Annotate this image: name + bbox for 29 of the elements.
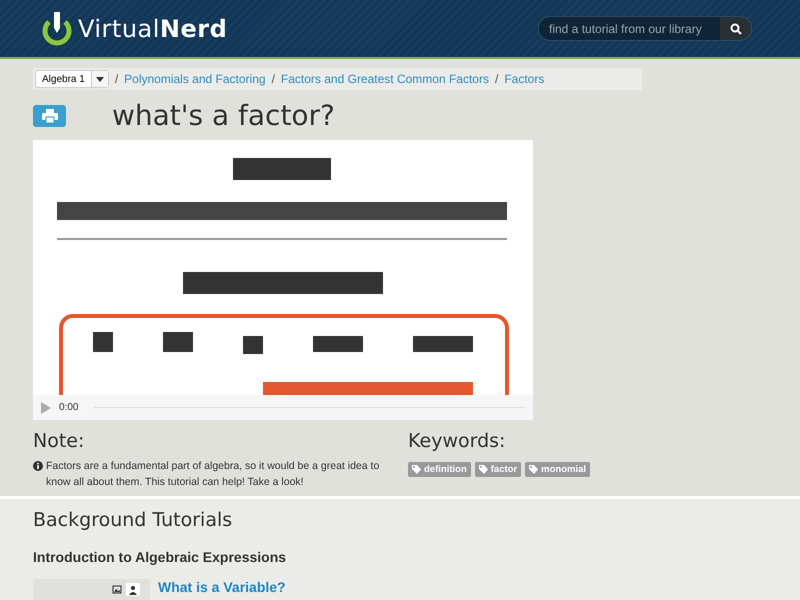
breadcrumb-link[interactable]: Polynomials and Factoring — [124, 72, 266, 86]
site-logo[interactable]: VirtualNerd — [78, 14, 228, 42]
topic-heading: Introduction to Algebraic Expressions — [33, 549, 288, 565]
breadcrumb-separator: / — [114, 72, 118, 86]
video-time: 0:00 — [59, 402, 78, 413]
power-pencil-icon — [40, 10, 74, 48]
breadcrumb-link[interactable]: Factors — [504, 72, 544, 86]
printer-icon — [42, 108, 58, 122]
tutorial-link[interactable]: What is a Variable? — [158, 579, 286, 600]
breadcrumb-link[interactable]: Factors and Greatest Common Factors — [280, 72, 489, 86]
page-title: what's a factor? — [112, 99, 335, 132]
tag-icon — [529, 465, 538, 474]
subject-dropdown[interactable]: Algebra 1 — [35, 70, 109, 88]
note-text: Factors are a fundamental part of algebra, so it would be a great idea to know all about them. This tutorial can help! Take a look! — [46, 459, 380, 490]
image-icon[interactable] — [110, 583, 124, 596]
info-icon — [33, 461, 43, 471]
breadcrumb-separator: / — [494, 72, 498, 86]
tag-icon — [478, 465, 488, 474]
keyword-tag[interactable]: monomial — [525, 462, 590, 477]
print-button[interactable] — [33, 104, 66, 126]
keyword-tag[interactable]: definition — [408, 462, 471, 477]
tag-icon — [412, 465, 421, 474]
section-heading: Background Tutorials — [33, 509, 234, 531]
person-icon[interactable] — [126, 583, 140, 596]
caret-icon — [96, 76, 104, 82]
keyword-tag[interactable]: factor — [474, 462, 522, 477]
breadcrumb-separator: / — [272, 72, 275, 86]
note-heading: Note: — [33, 430, 86, 452]
keywords-heading: Keywords: — [408, 430, 506, 452]
